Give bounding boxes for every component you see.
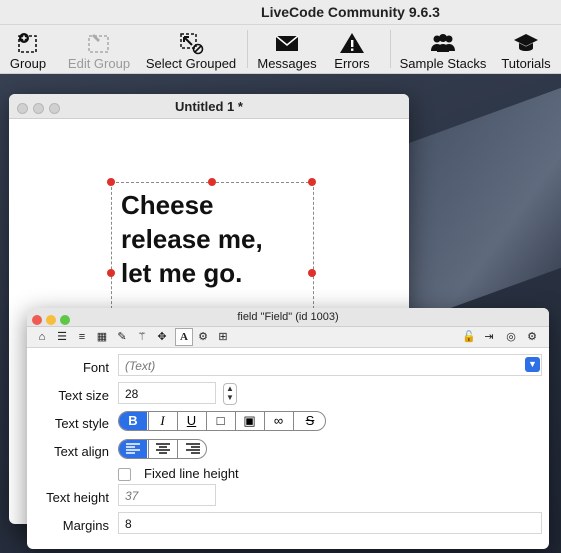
toolbar-divider bbox=[390, 30, 391, 68]
text-field[interactable]: Cheese release me, let me go. bbox=[107, 178, 316, 314]
field-line: release me, bbox=[121, 224, 263, 254]
font-label: Font bbox=[82, 360, 109, 375]
font-value: (Text) bbox=[125, 359, 156, 373]
resize-handle[interactable] bbox=[208, 178, 216, 186]
desktop-background bbox=[400, 73, 561, 327]
align-right-icon bbox=[185, 443, 200, 454]
margins-input[interactable]: 8 bbox=[118, 512, 542, 534]
text-align-segmented bbox=[118, 439, 207, 459]
home-icon[interactable]: ⌂ bbox=[34, 329, 50, 345]
property-inspector: field "Field" (id 1003) ⌂ ☰ ≡ ▦ ✎ ⚚ ✥ A … bbox=[27, 308, 549, 549]
text-size-stepper[interactable]: ▲ ▼ bbox=[223, 383, 237, 405]
align-center-icon bbox=[155, 443, 170, 454]
gear-icon[interactable]: ⚙ bbox=[524, 329, 540, 345]
margins-label: Margins bbox=[62, 518, 109, 533]
tutorials-label: Tutorials bbox=[501, 56, 551, 71]
sample-stacks-button[interactable]: Sample Stacks bbox=[395, 25, 491, 73]
fixed-line-height-checkbox[interactable] bbox=[118, 468, 131, 481]
graduation-cap-icon bbox=[514, 34, 538, 51]
field-line: let me go. bbox=[121, 258, 243, 288]
font-select[interactable]: (Text) bbox=[118, 354, 542, 376]
select-grouped-icon bbox=[180, 33, 204, 55]
gears-icon[interactable]: ⚙ bbox=[195, 329, 211, 345]
stack-titlebar[interactable]: Untitled 1 * bbox=[9, 94, 409, 119]
messages-button[interactable]: Messages bbox=[252, 25, 322, 73]
toolbar-divider bbox=[247, 30, 248, 68]
pencil-icon[interactable]: ✎ bbox=[114, 329, 130, 345]
box-style-button[interactable]: □ bbox=[206, 412, 234, 430]
text-size-label: Text size bbox=[58, 388, 109, 403]
tutorials-button[interactable]: Tutorials bbox=[496, 25, 556, 73]
fixed-line-height-label: Fixed line height bbox=[144, 466, 239, 481]
position-icon[interactable]: ⊞ bbox=[215, 329, 231, 345]
list-icon[interactable]: ☰ bbox=[54, 329, 70, 345]
warning-icon bbox=[340, 33, 364, 53]
text-align-label: Text align bbox=[54, 444, 109, 459]
text-size-value: 28 bbox=[125, 387, 139, 401]
inspector-titlebar[interactable]: field "Field" (id 1003) bbox=[27, 308, 549, 327]
field-line: Cheese bbox=[121, 190, 214, 220]
resize-handle[interactable] bbox=[308, 178, 316, 186]
text-style-label: Text style bbox=[54, 416, 109, 431]
resize-handle[interactable] bbox=[107, 269, 115, 277]
lock-icon[interactable]: 🔓 bbox=[461, 329, 477, 345]
errors-label: Errors bbox=[334, 56, 370, 71]
text-height-placeholder: 37 bbox=[125, 489, 139, 503]
errors-button[interactable]: Errors bbox=[326, 25, 378, 73]
export-icon[interactable]: ⇥ bbox=[481, 329, 497, 345]
resize-handle[interactable] bbox=[308, 269, 316, 277]
app-title: LiveCode Community 9.6.3 bbox=[261, 4, 440, 20]
edit-group-icon bbox=[88, 34, 109, 53]
align-center-button[interactable] bbox=[148, 440, 176, 458]
underline-button[interactable]: U bbox=[177, 412, 205, 430]
app-title-bar: LiveCode Community 9.6.3 bbox=[0, 0, 561, 25]
text-icon[interactable]: A bbox=[175, 328, 193, 346]
sample-stacks-label: Sample Stacks bbox=[399, 56, 487, 71]
magic-wand-icon[interactable]: ⚚ bbox=[134, 329, 150, 345]
link-style-button[interactable]: ∞ bbox=[264, 412, 292, 430]
text-height-input[interactable]: 37 bbox=[118, 484, 216, 506]
edit-group-label: Edit Group bbox=[67, 56, 131, 71]
move-icon[interactable]: ✥ bbox=[154, 329, 170, 345]
margins-value: 8 bbox=[125, 517, 132, 531]
align-right-button[interactable] bbox=[177, 440, 206, 458]
chevron-down-icon[interactable]: ▼ bbox=[525, 357, 540, 372]
align-left-button[interactable] bbox=[119, 440, 147, 458]
target-icon[interactable]: ◎ bbox=[503, 329, 519, 345]
group-button[interactable]: Group bbox=[0, 25, 56, 73]
group-icon bbox=[18, 33, 37, 53]
select-grouped-label: Select Grouped bbox=[145, 56, 237, 71]
strikethrough-button[interactable]: S bbox=[293, 412, 325, 430]
inspector-tabs: ⌂ ☰ ≡ ▦ ✎ ⚚ ✥ A ⚙ ⊞ 🔓 ⇥ ◎ ⚙ bbox=[27, 327, 549, 348]
field-content: Cheese release me, let me go. bbox=[121, 188, 263, 290]
text-style-segmented: B I U □ ▣ ∞ S bbox=[118, 411, 326, 431]
text-size-input[interactable]: 28 bbox=[118, 382, 216, 404]
database-icon[interactable]: ≡ bbox=[74, 329, 90, 345]
align-left-icon bbox=[126, 443, 140, 454]
main-toolbar: Group Edit Group Select Grouped Messages… bbox=[0, 25, 561, 74]
messages-label: Messages bbox=[257, 56, 317, 71]
people-icon bbox=[431, 34, 455, 52]
text-height-label: Text height bbox=[46, 490, 109, 505]
table-icon[interactable]: ▦ bbox=[94, 329, 110, 345]
3d-box-style-button[interactable]: ▣ bbox=[235, 412, 263, 430]
select-grouped-button[interactable]: Select Grouped bbox=[140, 25, 242, 73]
edit-group-button[interactable]: Edit Group bbox=[63, 25, 135, 73]
italic-button[interactable]: I bbox=[148, 412, 176, 430]
resize-handle[interactable] bbox=[107, 178, 115, 186]
envelope-icon bbox=[275, 35, 299, 51]
group-label: Group bbox=[9, 56, 47, 71]
stack-title: Untitled 1 * bbox=[175, 99, 243, 114]
bold-button[interactable]: B bbox=[119, 412, 147, 430]
inspector-title: field "Field" (id 1003) bbox=[237, 311, 339, 323]
